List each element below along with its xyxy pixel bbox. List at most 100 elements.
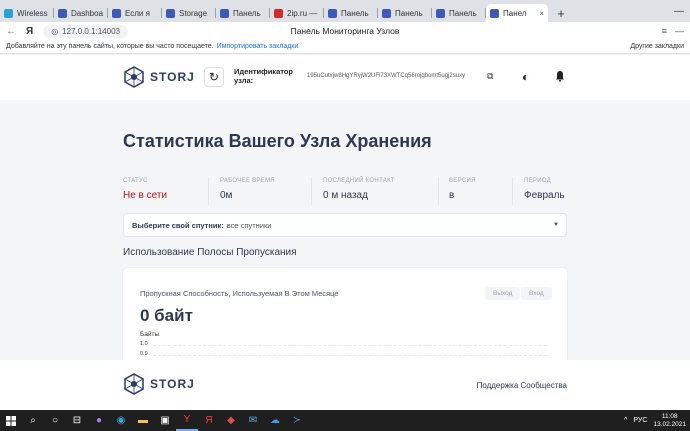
globe-icon: ◎ [51,26,59,36]
browser-tab[interactable]: Панель [216,4,270,22]
footer-storj-logo[interactable]: STORJ [123,373,195,395]
close-tab-icon[interactable]: × [539,9,544,18]
tab-label: Панель [449,8,477,18]
minimize-window-icon[interactable]: — [675,26,684,36]
yandex-browser-icon[interactable]: Y [176,410,198,431]
storj-logo[interactable]: STORJ [123,66,195,88]
browser-tab[interactable]: 2ip.ru — [270,4,324,22]
alice-icon[interactable]: ● [88,410,110,431]
copy-icon[interactable]: ⧉ [487,71,493,82]
tab-favicon-icon [382,8,391,18]
tab-favicon-icon [220,8,229,18]
refresh-icon: ↻ [208,70,220,84]
bandwidth-section-title: Использование Полосы Пропускания [123,247,297,258]
bandwidth-card-title: Пропускная Способность, Используемая В Э… [140,289,339,298]
stat-value: 0м [220,190,233,201]
clock-date: 13.02.2021 [653,420,686,428]
divider [208,177,209,205]
yandex-logo[interactable]: Я [26,26,33,37]
stat-label: ВЕРСИЯ [449,178,476,184]
back-arrow-icon[interactable]: ← [4,26,18,37]
edge-icon[interactable]: ◉ [110,410,132,431]
browser-tab[interactable]: Wireless [0,4,54,22]
menu-icon[interactable]: ≡ [662,26,667,36]
browser-tab-bar: Wireless Dashboa Если я Storage Панель 2ip.ru… [0,0,690,22]
stat-last-contact: ПОСЛЕДНИЙ КОНТАКТ 0 м назад [323,173,395,209]
chart-gridline [153,355,547,356]
stat-label: ПЕРИОД [524,178,552,184]
tab-favicon-icon [490,8,499,18]
stat-status: СТАТУС Не в сети [123,173,167,209]
task-manager-icon[interactable]: ⊟ [66,410,88,431]
tab-label: Wireless [17,8,48,18]
browser-tab[interactable]: Если я [108,4,162,22]
stat-value: в [449,190,455,201]
file-explorer-icon[interactable]: ▬ [132,410,154,431]
windows-logo-svg [6,415,16,426]
tab-favicon-icon [4,8,13,18]
new-tab-button[interactable]: + [552,4,570,22]
chevron-up-icon[interactable]: ^ [624,417,627,424]
dashboard-header: STORJ ↻ Идентификатор узла: 195uCutxjw8H… [0,55,690,100]
tab-label: Панель [341,8,369,18]
chart-tick-label: 0.9 [140,351,148,357]
language-indicator[interactable]: РУС [633,417,647,424]
ingress-button[interactable]: Вход [521,287,552,300]
tab-favicon-icon [328,8,337,18]
stat-uptime: РАБОЧЕЕ ВРЕМЯ 0м [220,173,275,209]
other-bookmarks-button[interactable]: Другие закладки [630,43,684,50]
tab-label: Панель [233,8,261,18]
browser-tab[interactable]: Storage [162,4,216,22]
browser-tab[interactable]: Панел × [486,4,548,22]
tab-favicon-icon [166,8,175,18]
tab-label: Панел [503,8,527,18]
cloud-icon[interactable]: ☁ [264,410,286,431]
url-field[interactable]: ◎ 127.0.0.1:14003 [43,24,129,38]
divider [311,177,312,205]
node-id-label: Идентификатор узла: [234,67,293,85]
clock[interactable]: 11:08 13.02.2021 [653,413,686,429]
bell-icon-svg [556,71,564,82]
store-icon[interactable]: ▣ [154,410,176,431]
browser-tab[interactable]: Панель [378,4,432,22]
yandex-icon[interactable]: Я [198,410,220,431]
stat-label: СТАТУС [123,178,148,184]
browser-tab[interactable]: Dashboa [54,4,108,22]
community-support-link[interactable]: Поддержка Сообщества [477,381,567,390]
clock-time: 11:08 [661,412,678,420]
satellite-selector[interactable]: Выберите свой спутник: все спутники ▼ [123,213,567,237]
chart-gridline [153,345,547,346]
task-view-icon[interactable]: ○ [44,410,66,431]
storj-logo-text: STORJ [150,377,195,391]
search-icon[interactable]: ⌕ [22,410,44,431]
tab-label: 2ip.ru — [287,8,318,18]
browser-tab[interactable]: Панель [432,4,486,22]
window-controls: — [674,0,690,22]
browser-tab[interactable]: Панель [324,4,378,22]
browser-actions: ≡ — [662,26,684,36]
tab-label: Если я [125,8,150,18]
theme-toggle-icon[interactable]: ◐ [522,70,529,84]
url-text: 127.0.0.1:14003 [62,26,121,36]
bandwidth-amount: 0 байт [140,306,193,325]
tab-favicon-icon [436,8,445,18]
tab-favicon-icon [274,8,283,18]
satellite-value: все спутники [226,220,272,230]
powershell-icon[interactable]: ≻ [286,410,308,431]
tab-label: Storage [179,8,208,18]
game-icon[interactable]: ◆ [220,410,242,431]
notification-bell-icon[interactable] [554,70,566,85]
stat-label: РАБОЧЕЕ ВРЕМЯ [220,178,275,184]
page-footer: STORJ Поддержка Сообщества [0,360,690,410]
refresh-button[interactable]: ↻ [204,67,224,87]
mail-icon[interactable]: ✉ [242,410,264,431]
egress-button[interactable]: Выход [485,287,521,300]
tab-label: Панель [395,8,423,18]
windows-taskbar: ⌕ ○ ⊟ ● ◉ ▬ ▣ Y Я ◆ ✉ ☁ ≻ ^ РУС 11:08 13… [0,410,690,431]
tab-favicon-icon [112,8,121,18]
stat-value: Февраль [524,190,565,201]
windows-start-icon[interactable] [0,410,22,431]
node-id-value: 195uCutxjw8HgYRyjW2UFi73XWTCq56rojqbomt5… [307,73,466,79]
import-bookmarks-link[interactable]: Импортировать закладки [217,43,299,50]
minimize-icon[interactable]: — [674,6,684,17]
